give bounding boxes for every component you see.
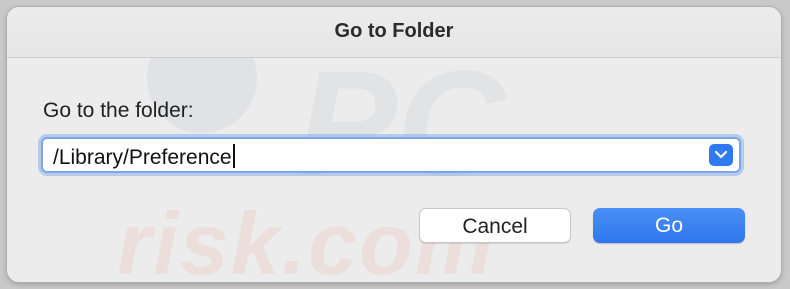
chevron-down-icon: [714, 150, 728, 159]
go-to-folder-dialog: PC risk.com Go to Folder Go to the folde…: [7, 7, 781, 282]
cancel-button[interactable]: Cancel: [419, 208, 571, 243]
dialog-titlebar: Go to Folder: [7, 7, 781, 58]
text-caret: [232, 144, 235, 168]
watermark-logo-text: PC: [297, 39, 506, 207]
recent-folders-dropdown-button[interactable]: [709, 144, 733, 166]
folder-path-input[interactable]: /Library/Preference: [41, 137, 741, 173]
dialog-title: Go to Folder: [334, 20, 454, 42]
go-button[interactable]: Go: [593, 208, 745, 243]
folder-path-value[interactable]: /Library/Preference: [53, 144, 235, 170]
folder-prompt-label: Go to the folder:: [43, 99, 194, 122]
